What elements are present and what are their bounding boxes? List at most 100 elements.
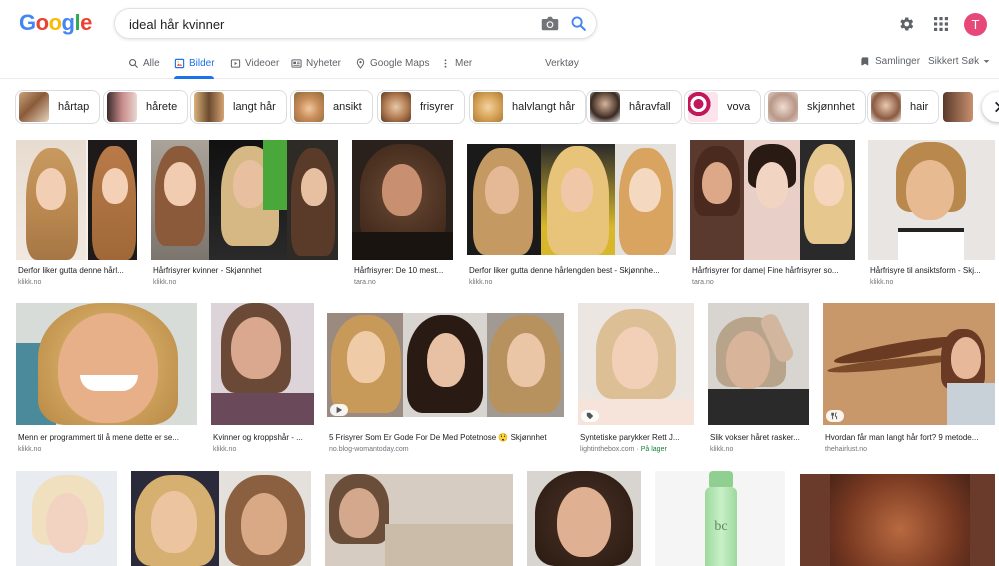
result-image-11[interactable] (708, 303, 809, 425)
result-caption[interactable]: Kvinner og kroppshår - ... (213, 433, 313, 442)
chip-thumbnail (871, 92, 901, 122)
video-badge (330, 404, 348, 416)
result-source[interactable]: klikk.no (710, 446, 733, 453)
result-image-2[interactable] (151, 140, 338, 260)
result-image-1[interactable] (16, 140, 137, 260)
result-image-8[interactable] (211, 303, 314, 425)
result-image-12[interactable] (823, 303, 995, 425)
chip-label: ansikt (333, 101, 362, 113)
result-caption[interactable]: Slik vokser håret rasker... (710, 433, 809, 442)
result-image-7[interactable] (16, 303, 197, 425)
tab-more[interactable]: Mer (440, 56, 472, 70)
chip-frisyrer[interactable]: frisyrer (377, 90, 465, 124)
collections-button[interactable]: Samlinger (860, 56, 920, 67)
tab-videos[interactable]: Videoer (230, 56, 279, 70)
result-caption[interactable]: Hårfrisyrer for dame| Fine hårfrisyrer s… (692, 266, 855, 275)
recipe-badge (826, 410, 844, 422)
chips-next-button[interactable] (982, 92, 999, 122)
result-image-5[interactable] (690, 140, 855, 260)
apps-grid-icon[interactable] (934, 17, 948, 31)
tab-all[interactable]: Alle (128, 56, 160, 70)
result-source[interactable]: thehairlust.no (825, 446, 867, 453)
search-icon[interactable] (570, 15, 587, 32)
stock-status: På lager (640, 446, 667, 453)
chip-langt-har[interactable]: langt hår (190, 90, 287, 124)
tab-maps[interactable]: Google Maps (355, 56, 429, 70)
result-image-10[interactable] (578, 303, 694, 425)
result-source[interactable]: klikk.no (153, 279, 176, 286)
tag-icon (586, 412, 594, 420)
chip-skjonnhet[interactable]: skjønnhet (764, 90, 866, 124)
play-icon (336, 406, 343, 414)
chip-label: vova (727, 101, 751, 113)
chip-thumbnail (294, 92, 324, 122)
result-source[interactable]: lightinthebox.com · På lager (580, 446, 667, 453)
video-icon (230, 58, 241, 68)
result-image-13[interactable] (16, 471, 117, 566)
chip-thumbnail (107, 92, 137, 122)
result-image-9[interactable] (327, 313, 564, 417)
tab-images[interactable]: Bilder (174, 56, 215, 70)
chip-vova[interactable]: vova (684, 90, 762, 124)
result-source[interactable]: klikk.no (18, 446, 41, 453)
result-caption[interactable]: Hvordan får man langt hår fort? 9 metode… (825, 433, 995, 442)
chip-thumbnail (19, 92, 49, 122)
chip-label: frisyrer (420, 101, 454, 113)
chip-haravfall[interactable]: håravfall (586, 90, 682, 124)
result-image-15[interactable] (325, 474, 513, 566)
camera-icon[interactable] (541, 16, 559, 31)
result-source[interactable]: klikk.no (18, 279, 41, 286)
chip-hartap[interactable]: hårtap (15, 90, 101, 124)
chip-label: håravfall (629, 101, 671, 113)
chip-thumbnail (194, 92, 224, 122)
chip-thumbnail (473, 92, 503, 122)
related-searches-chips: hårtap hårete langt hår ansikt frisyrer … (0, 88, 999, 126)
result-caption[interactable]: 5 Frisyrer Som Er Gode For De Med Potetn… (329, 433, 565, 442)
result-source[interactable]: tara.no (692, 279, 714, 286)
result-image-6[interactable] (868, 140, 995, 260)
chip-thumbnail (943, 92, 973, 122)
chip-label: skjønnhet (807, 101, 855, 113)
chip-halvlangt-har[interactable]: halvlangt hår (469, 90, 586, 124)
result-caption[interactable]: Menn er programmert til å mene dette er … (18, 433, 196, 442)
result-image-4[interactable] (467, 144, 676, 255)
caret-down-icon (983, 60, 990, 63)
tab-label: Videoer (245, 57, 280, 69)
result-source[interactable]: klikk.no (213, 446, 236, 453)
chip-harete[interactable]: hårete (103, 90, 189, 124)
result-caption[interactable]: Hårfrisyre til ansiktsform - Skj... (870, 266, 995, 275)
chip-thumbnail (381, 92, 411, 122)
result-source[interactable]: no.blog-womantoday.com (329, 446, 409, 453)
google-logo[interactable]: Google (19, 10, 92, 36)
search-tabs: Alle Bilder Videoer Nyheter Google Maps … (0, 50, 999, 79)
result-source[interactable]: klikk.no (469, 279, 492, 286)
result-image-3[interactable] (352, 140, 453, 260)
search-input[interactable]: ideal hår kvinner (114, 8, 597, 39)
search-query[interactable]: ideal hår kvinner (129, 17, 224, 32)
result-caption[interactable]: Derfor liker gutta denne hårlengden best… (469, 266, 676, 275)
result-source[interactable]: klikk.no (870, 279, 893, 286)
result-image-17[interactable]: bc (655, 471, 785, 566)
result-source[interactable]: tara.no (354, 279, 376, 286)
bookmark-icon (861, 57, 869, 66)
result-caption[interactable]: Syntetiske parykker Rett J... (580, 433, 693, 442)
result-image-16[interactable] (527, 471, 641, 566)
bottle-label: bc (714, 519, 728, 534)
chip-hair[interactable]: hair (867, 90, 940, 124)
tools-button[interactable]: Verktøy (545, 56, 579, 70)
result-image-18[interactable] (800, 474, 995, 566)
chip-label: halvlangt hår (512, 101, 575, 113)
chip-label: hair (910, 101, 929, 113)
result-caption[interactable]: Hårfrisyrer kvinner - Skjønnhet (153, 266, 338, 275)
header: Google ideal hår kvinner T (0, 0, 999, 50)
result-caption[interactable]: Hårfrisyrer: De 10 mest... (354, 266, 454, 275)
tools-label: Verktøy (545, 57, 579, 69)
gear-icon[interactable] (897, 15, 915, 33)
chip-partial[interactable] (943, 90, 973, 124)
result-caption[interactable]: Derfor liker gutta denne hårl... (18, 266, 136, 275)
result-image-14[interactable] (131, 471, 311, 566)
safesearch-button[interactable]: Sikkert Søk (928, 56, 990, 67)
chip-ansikt[interactable]: ansikt (290, 90, 373, 124)
tab-news[interactable]: Nyheter (291, 56, 341, 70)
account-avatar[interactable]: T (964, 13, 987, 36)
